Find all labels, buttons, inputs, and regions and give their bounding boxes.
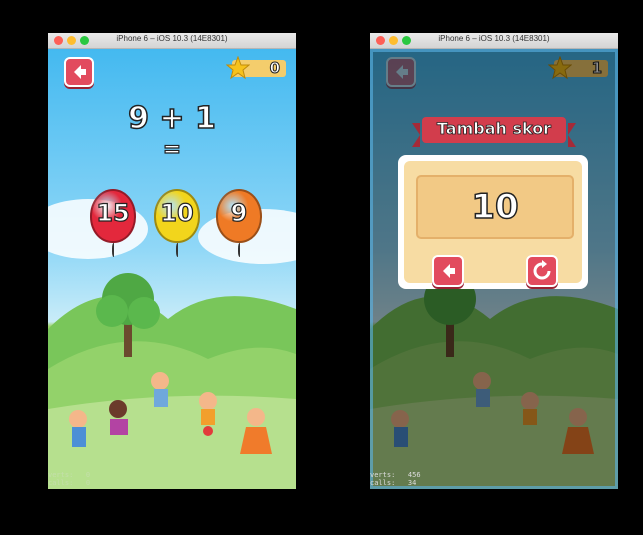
dialog-back-button[interactable] — [432, 255, 464, 287]
answer-value: 15 — [96, 198, 131, 227]
balloon-string — [176, 243, 180, 257]
restart-icon — [533, 260, 551, 280]
answer-balloon[interactable]: 15 — [90, 189, 136, 257]
answer-value: 9 — [230, 198, 248, 227]
score-counter: 0 — [226, 56, 286, 80]
simulator-window-2: iPhone 6 – iOS 10.3 (14E8301) 1 Tambah s… — [370, 33, 618, 489]
score-dialog: 10 — [398, 155, 588, 289]
score-display: 10 — [416, 175, 574, 239]
balloon-string — [112, 243, 116, 257]
dialog-banner: Tambah skor — [412, 117, 576, 147]
added-score-value: 10 — [471, 186, 520, 228]
title-bar: iPhone 6 – iOS 10.3 (14E8301) — [370, 33, 618, 49]
game-screen: 1 Tambah skor 10 verts: 456 calls: 34 — [370, 49, 618, 489]
hills-and-tree — [48, 273, 296, 489]
score-value: 0 — [269, 59, 280, 77]
debug-stats: verts: 0 calls: 0 — [48, 471, 91, 487]
simulator-window-1: iPhone 6 – iOS 10.3 (14E8301) 0 9 + 1 = … — [48, 33, 296, 489]
equals-sign: = — [162, 136, 182, 162]
debug-stats: verts: 456 calls: 34 — [370, 471, 421, 487]
star-icon — [226, 56, 250, 80]
back-arrow-icon — [74, 65, 86, 79]
balloon-string — [238, 243, 242, 257]
math-question: 9 + 1 — [127, 100, 216, 137]
answer-balloon[interactable]: 10 — [154, 189, 200, 257]
back-button[interactable] — [64, 57, 94, 87]
window-title: iPhone 6 – iOS 10.3 (14E8301) — [116, 34, 228, 43]
dialog-body: 10 — [404, 161, 582, 287]
title-bar: iPhone 6 – iOS 10.3 (14E8301) — [48, 33, 296, 49]
window-title: iPhone 6 – iOS 10.3 (14E8301) — [438, 34, 550, 43]
dialog-banner-label: Tambah skor — [436, 119, 552, 139]
game-screen: 0 9 + 1 = 15 10 9 verts: 0 calls: 0 — [48, 49, 296, 489]
back-arrow-icon — [443, 264, 455, 278]
restart-button[interactable] — [526, 255, 558, 287]
answer-value: 10 — [160, 198, 195, 227]
answer-balloon[interactable]: 9 — [216, 189, 262, 257]
